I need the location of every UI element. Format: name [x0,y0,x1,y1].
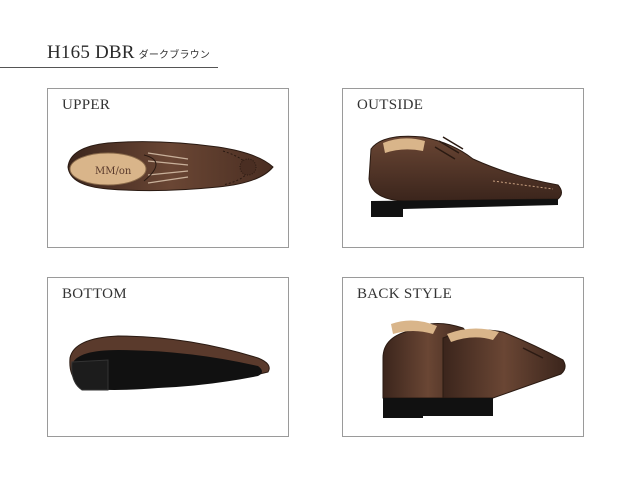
shoe-outside-photo [368,135,562,217]
svg-text:MM/on: MM/on [95,166,132,177]
shoe-upper-photo: MM/on [67,141,274,192]
shoe-back-style-photo [382,320,566,418]
panel-outside: OUTSIDE [342,88,584,248]
page-title: H165 DBR ダークブラウン [47,42,210,64]
panel-upper: UPPER MM/on [47,88,289,248]
color-name: ダークブラウン [138,50,211,61]
shoe-bottom-photo [69,335,270,391]
panel-bottom: BOTTOM [47,277,289,437]
model-code: H165 DBR [47,42,135,63]
header-divider [0,67,218,68]
panel-back-style: BACK STYLE [342,277,584,437]
page-header: H165 DBR ダークブラウン [0,40,218,70]
